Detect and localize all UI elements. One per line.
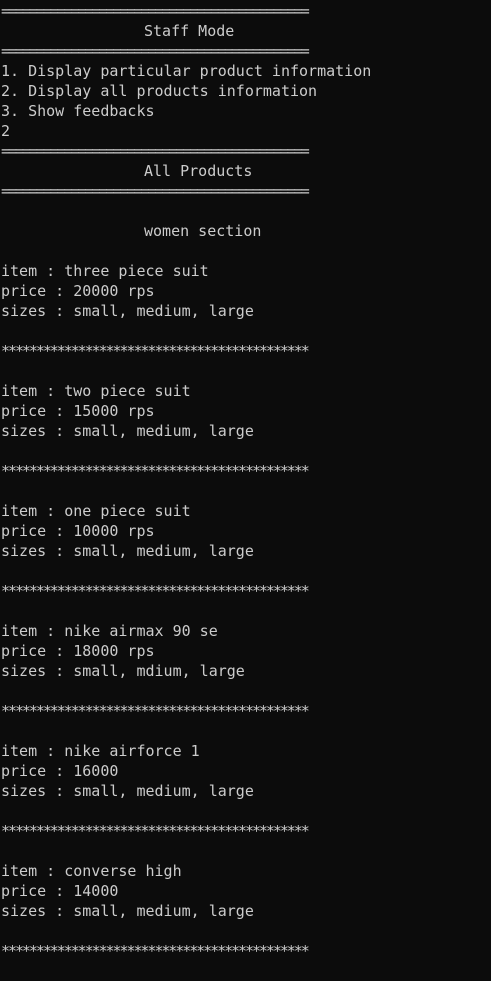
console-window[interactable]: ========================================… [0, 0, 491, 981]
menu-option-2: 2. Display all products information [1, 82, 318, 100]
menu-option-3: 3. Show feedbacks [1, 102, 155, 120]
product-sizes: sizes : small, medium, large [1, 542, 254, 560]
product-sizes: sizes : small, medium, large [1, 902, 254, 920]
product-list: item : three piece suit price : 20000 rps… [0, 261, 491, 981]
product-item: item : converse high [1, 862, 182, 880]
product-item: item : three piece suit [1, 262, 209, 280]
mode-title: Staff Mode [144, 22, 235, 40]
product-price: price : 15000 rps [1, 402, 155, 420]
section-heading: women section [144, 222, 262, 240]
menu-option-1: 1. Display particular product informatio… [1, 62, 372, 80]
separator-line: ========================================… [1, 2, 310, 20]
product-price: price : 16000 [1, 762, 119, 780]
user-input: 2 [1, 122, 11, 140]
product-item: item : nike airforce 1 [1, 742, 200, 760]
star-separator: ****************************************… [1, 582, 310, 600]
product-price: price : 14000 [1, 882, 119, 900]
star-separator: ****************************************… [1, 942, 310, 960]
product-item: item : two piece suit [1, 382, 191, 400]
product-sizes: sizes : small, mdium, large [1, 662, 245, 680]
product-sizes: sizes : small, medium, large [1, 302, 254, 320]
star-separator: ****************************************… [1, 822, 310, 840]
product-sizes: sizes : small, medium, large [1, 782, 254, 800]
product-item: item : one piece suit [1, 502, 191, 520]
product-price: price : 18000 rps [1, 642, 155, 660]
star-separator: ****************************************… [1, 462, 310, 480]
separator-line: ========================================… [1, 42, 310, 60]
product-item: item : nike airmax 90 se [1, 622, 218, 640]
star-separator: ****************************************… [1, 342, 310, 360]
separator-line: ========================================… [1, 182, 310, 200]
separator-line: ========================================… [1, 142, 310, 160]
product-sizes: sizes : small, medium, large [1, 422, 254, 440]
product-price: price : 10000 rps [1, 522, 155, 540]
product-price: price : 20000 rps [1, 282, 155, 300]
products-heading: All Products [144, 162, 253, 180]
star-separator: ****************************************… [1, 702, 310, 720]
